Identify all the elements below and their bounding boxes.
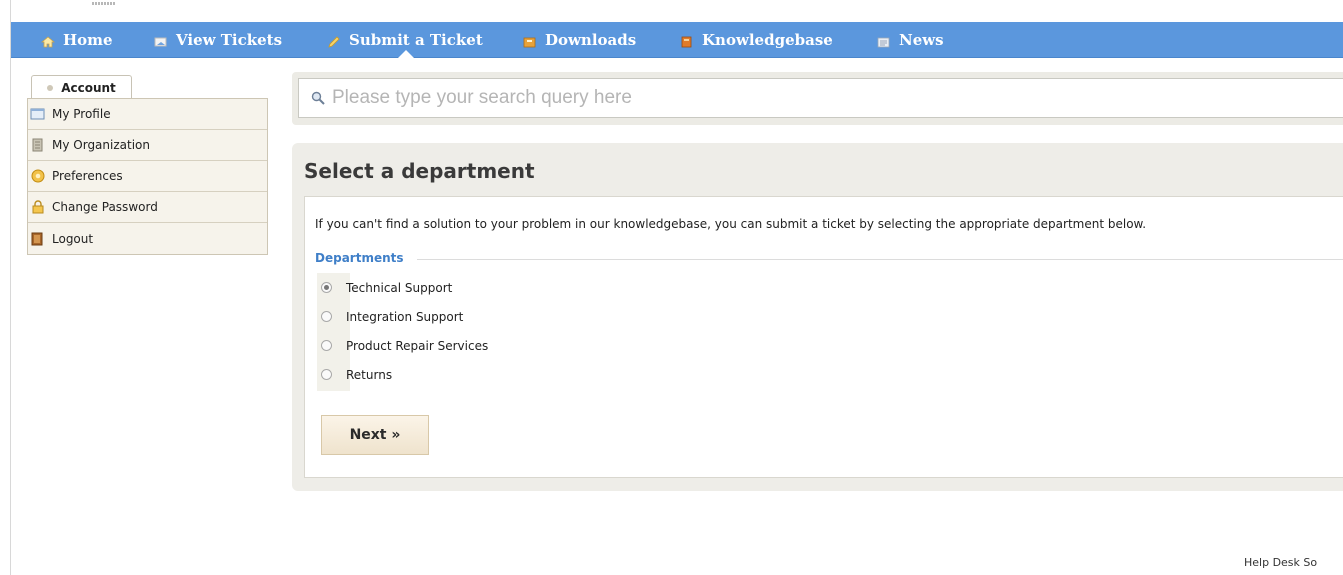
news-icon xyxy=(877,34,891,48)
department-option-technical-support[interactable]: Technical Support xyxy=(321,273,452,302)
nav-home-label: Home xyxy=(63,31,113,49)
organization-icon xyxy=(30,138,46,152)
logo xyxy=(92,2,116,5)
nav-news[interactable]: News xyxy=(877,22,944,58)
sidebar-item-my-organization[interactable]: My Organization xyxy=(28,130,267,161)
department-option-integration-support[interactable]: Integration Support xyxy=(321,302,463,331)
sidebar-item-label: Change Password xyxy=(52,200,158,214)
intro-text: If you can't find a solution to your pro… xyxy=(315,217,1147,231)
radio-button[interactable] xyxy=(321,340,332,351)
top-nav: Home View Tickets Submit a Ticket Downlo… xyxy=(11,22,1343,58)
tab-account-label: Account xyxy=(61,80,116,95)
next-button[interactable]: Next » xyxy=(321,415,429,455)
department-label: Technical Support xyxy=(346,280,453,295)
sidebar-item-label: My Organization xyxy=(52,138,150,152)
department-panel: Select a department If you can't find a … xyxy=(292,143,1343,491)
nav-knowledgebase[interactable]: Knowledgebase xyxy=(680,22,833,58)
active-nav-indicator xyxy=(398,50,414,58)
sidebar-item-preferences[interactable]: Preferences xyxy=(28,161,267,192)
pencil-icon xyxy=(327,34,341,48)
account-icon xyxy=(47,84,54,91)
department-label: Returns xyxy=(346,367,393,382)
department-option-product-repair[interactable]: Product Repair Services xyxy=(321,331,488,360)
search-input[interactable]: Please type your search query here xyxy=(298,78,1343,118)
sidebar-item-my-profile[interactable]: My Profile xyxy=(28,99,267,130)
preferences-icon xyxy=(30,169,46,183)
home-icon xyxy=(40,34,56,48)
department-option-returns[interactable]: Returns xyxy=(321,360,392,389)
nav-downloads[interactable]: Downloads xyxy=(523,22,636,58)
nav-view-tickets-label: View Tickets xyxy=(176,31,283,49)
sidebar-item-logout[interactable]: Logout xyxy=(28,223,267,254)
footer-text: Help Desk So xyxy=(1244,556,1318,569)
book-icon xyxy=(680,34,694,48)
tickets-icon xyxy=(154,34,168,47)
department-label: Integration Support xyxy=(346,309,464,324)
nav-home[interactable]: Home xyxy=(40,22,113,58)
nav-downloads-label: Downloads xyxy=(545,31,637,49)
account-menu: My Profile My Organization Preferences C… xyxy=(27,98,268,255)
department-label: Product Repair Services xyxy=(346,338,489,353)
department-form: If you can't find a solution to your pro… xyxy=(304,196,1343,478)
nav-news-label: News xyxy=(899,31,944,49)
downloads-icon xyxy=(523,34,537,48)
tab-account[interactable]: Account xyxy=(31,75,132,99)
search-container: Please type your search query here xyxy=(292,72,1343,125)
radio-button[interactable] xyxy=(321,369,332,380)
radio-button[interactable] xyxy=(321,311,332,322)
radio-button[interactable] xyxy=(321,282,332,293)
sidebar-item-label: My Profile xyxy=(52,107,111,121)
search-placeholder: Please type your search query here xyxy=(332,87,632,108)
sidebar-item-label: Logout xyxy=(52,231,94,246)
nav-submit-ticket-label: Submit a Ticket xyxy=(349,31,483,49)
legend-divider xyxy=(417,259,1343,260)
sidebar-item-change-password[interactable]: Change Password xyxy=(28,192,267,223)
logout-icon xyxy=(30,232,46,246)
search-icon xyxy=(311,91,325,105)
profile-icon xyxy=(30,107,46,121)
page-left-border xyxy=(10,0,11,575)
departments-legend: Departments xyxy=(315,251,404,265)
page-title: Select a department xyxy=(304,159,535,183)
lock-icon xyxy=(30,200,46,214)
sidebar-item-label: Preferences xyxy=(52,169,123,183)
nav-view-tickets[interactable]: View Tickets xyxy=(154,22,282,58)
nav-knowledgebase-label: Knowledgebase xyxy=(702,31,833,49)
